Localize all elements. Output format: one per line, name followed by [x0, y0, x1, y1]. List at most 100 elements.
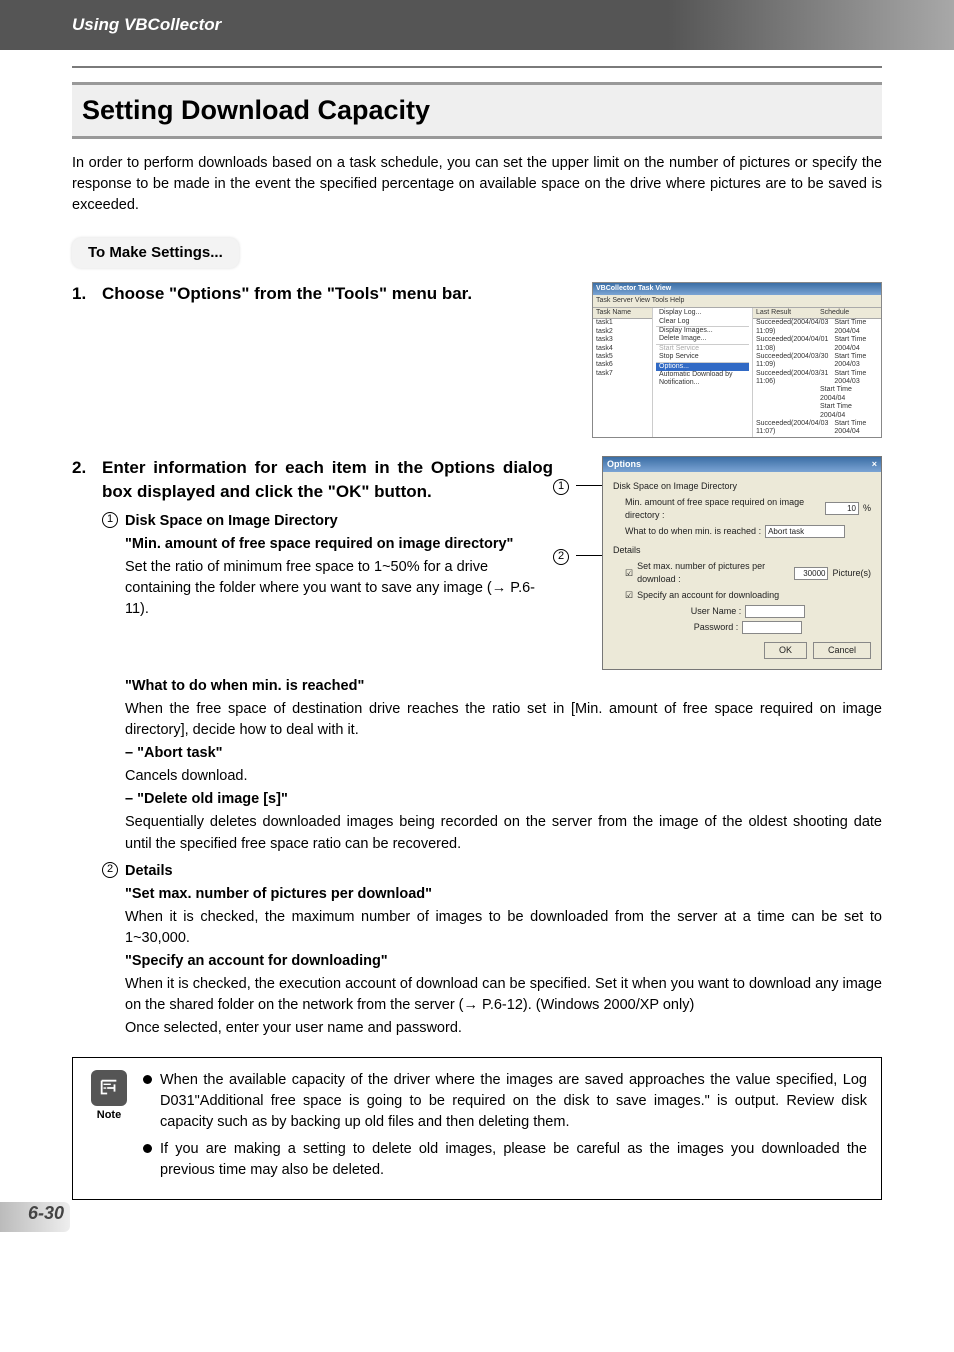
options-dialog-title: Options	[607, 458, 641, 471]
circled-1-icon: 1	[102, 512, 118, 528]
task-row[interactable]: task7	[593, 370, 652, 378]
menu-item[interactable]: Stop Service	[656, 353, 749, 361]
item2-q1: "Set max. number of pictures per downloa…	[125, 884, 882, 905]
callout-1-icon: 1	[553, 479, 569, 495]
tools-menu-dropdown[interactable]: Display Log... Clear Log Display Images.…	[653, 308, 753, 437]
menu-item: Start Service	[656, 344, 749, 353]
circled-2-icon: 2	[102, 862, 118, 878]
item1-opt1-label: – "Abort task"	[125, 743, 882, 764]
item1-opt2-text: Sequentially deletes downloaded images b…	[125, 812, 882, 854]
note-1-text: When the available capacity of the drive…	[160, 1070, 867, 1133]
result-cell	[753, 403, 817, 420]
intro-paragraph: In order to perform downloads based on a…	[72, 153, 882, 216]
menu-item[interactable]: Clear Log	[656, 318, 749, 326]
task-row[interactable]: task3	[593, 336, 652, 344]
item2-label: Details	[125, 861, 173, 882]
menu-item[interactable]: Automatic Download by Notification...	[656, 371, 749, 388]
note-box: Note When the available capacity of the …	[72, 1057, 882, 1200]
cancel-button[interactable]: Cancel	[813, 642, 871, 659]
result-cell: Succeeded(2004/03/30 11:09)	[753, 353, 831, 370]
menu-item-options[interactable]: Options...	[656, 362, 749, 371]
maxpics-label: Set max. number of pictures per download…	[637, 560, 790, 586]
item2-p1: When it is checked, the maximum number o…	[125, 907, 882, 949]
page-number: 6-30	[28, 1200, 64, 1226]
result-cell: Succeeded(2004/04/01 11:08)	[753, 336, 831, 353]
breadcrumb: Using VBCollector	[72, 13, 221, 38]
task-row[interactable]: task4	[593, 345, 652, 353]
task-view-menubar[interactable]: Task Server View Tools Help	[593, 295, 881, 308]
callout-2-icon: 2	[553, 549, 569, 565]
menu-item[interactable]: Display Log...	[656, 309, 749, 317]
col-schedule-head: Schedule	[817, 308, 881, 319]
group-details: Details ☑ Set max. number of pictures pe…	[613, 544, 871, 634]
schedule-cell: Start Time 2004/04	[831, 336, 881, 353]
min-space-spinner[interactable]: 10	[825, 502, 859, 515]
close-icon[interactable]: ×	[872, 458, 877, 471]
result-cell: Succeeded(2004/03/31 11:06)	[753, 370, 831, 387]
checkbox-icon[interactable]: ☑	[625, 567, 633, 580]
bullet-icon	[143, 1075, 152, 1084]
note-label: Note	[87, 1108, 131, 1124]
maxpics-spinner[interactable]: 30000	[794, 567, 828, 580]
item1-p1: Set the ratio of minimum free space to 1…	[125, 557, 553, 620]
task-row[interactable]: task1	[593, 319, 652, 327]
schedule-cell: Start Time 2004/03	[831, 370, 881, 387]
result-cell: Succeeded(2004/04/03 11:09)	[753, 319, 831, 336]
schedule-cell: Start Time 2004/04	[831, 420, 881, 437]
menu-item[interactable]: Display Images...	[656, 326, 749, 335]
schedule-cell: Start Time 2004/04	[817, 386, 881, 403]
account-label: Specify an account for downloading	[637, 589, 779, 602]
item1-p2: When the free space of destination drive…	[125, 699, 882, 741]
schedule-cell: Start Time 2004/04	[817, 403, 881, 420]
item1-q1: "Min. amount of free space required on i…	[125, 534, 553, 555]
step-2-headline: Enter information for each item in the O…	[102, 456, 553, 505]
options-dialog: Options × Disk Space on Image Directory …	[602, 456, 882, 671]
step-2-number: 2.	[72, 456, 102, 1039]
col-taskname-head: Task Name	[593, 308, 652, 319]
password-label: Password :	[694, 621, 739, 634]
reached-select[interactable]: Abort task	[765, 525, 845, 538]
item2-q2: "Specify an account for downloading"	[125, 951, 882, 972]
password-input[interactable]	[742, 621, 802, 634]
task-row[interactable]: task2	[593, 328, 652, 336]
pictures-unit: Picture(s)	[832, 567, 871, 580]
leader-line	[576, 555, 602, 556]
leader-line	[576, 485, 602, 486]
item1-q2: "What to do when min. is reached"	[125, 676, 882, 697]
col-result-head: Last Result	[753, 308, 817, 319]
note-icon	[91, 1070, 127, 1106]
step-2: 2. Enter information for each item in th…	[72, 456, 882, 1039]
group1-label: Disk Space on Image Directory	[613, 480, 871, 493]
schedule-cell: Start Time 2004/03	[831, 353, 881, 370]
item2-p2: When it is checked, the execution accoun…	[125, 974, 882, 1016]
ok-button[interactable]: OK	[764, 642, 807, 659]
min-space-label: Min. amount of free space required on im…	[625, 496, 821, 522]
item1-label: Disk Space on Image Directory	[125, 511, 338, 532]
task-row[interactable]: task6	[593, 361, 652, 369]
group2-label: Details	[613, 544, 871, 557]
group-disk-space: Disk Space on Image Directory Min. amoun…	[613, 480, 871, 538]
result-cell: Succeeded(2004/04/03 11:07)	[753, 420, 831, 437]
item1-opt1-text: Cancels download.	[125, 766, 882, 787]
task-row[interactable]: task5	[593, 353, 652, 361]
step-1-headline: Choose "Options" from the "Tools" menu b…	[102, 282, 582, 307]
header-bar: Using VBCollector	[0, 0, 954, 50]
section-title: Setting Download Capacity	[82, 91, 872, 130]
task-view-window: VBCollector Task View Task Server View T…	[592, 282, 882, 438]
result-cell	[753, 386, 817, 403]
task-view-title: VBCollector Task View	[593, 283, 881, 295]
step-1-number: 1.	[72, 282, 102, 438]
checkbox-icon[interactable]: ☑	[625, 589, 633, 602]
schedule-cell: Start Time 2004/04	[831, 319, 881, 336]
note-2-text: If you are making a setting to delete ol…	[160, 1139, 867, 1181]
menu-item[interactable]: Delete Image...	[656, 335, 749, 343]
username-input[interactable]	[745, 605, 805, 618]
bullet-icon	[143, 1144, 152, 1153]
header-rule	[72, 66, 882, 68]
percent-unit: %	[863, 502, 871, 515]
item2-p3: Once selected, enter your user name and …	[125, 1018, 882, 1039]
reached-label: What to do when min. is reached :	[625, 525, 761, 538]
item1-opt2-label: – "Delete old image [s]"	[125, 789, 882, 810]
username-label: User Name :	[691, 605, 742, 618]
step-1: 1. Choose "Options" from the "Tools" men…	[72, 282, 882, 438]
